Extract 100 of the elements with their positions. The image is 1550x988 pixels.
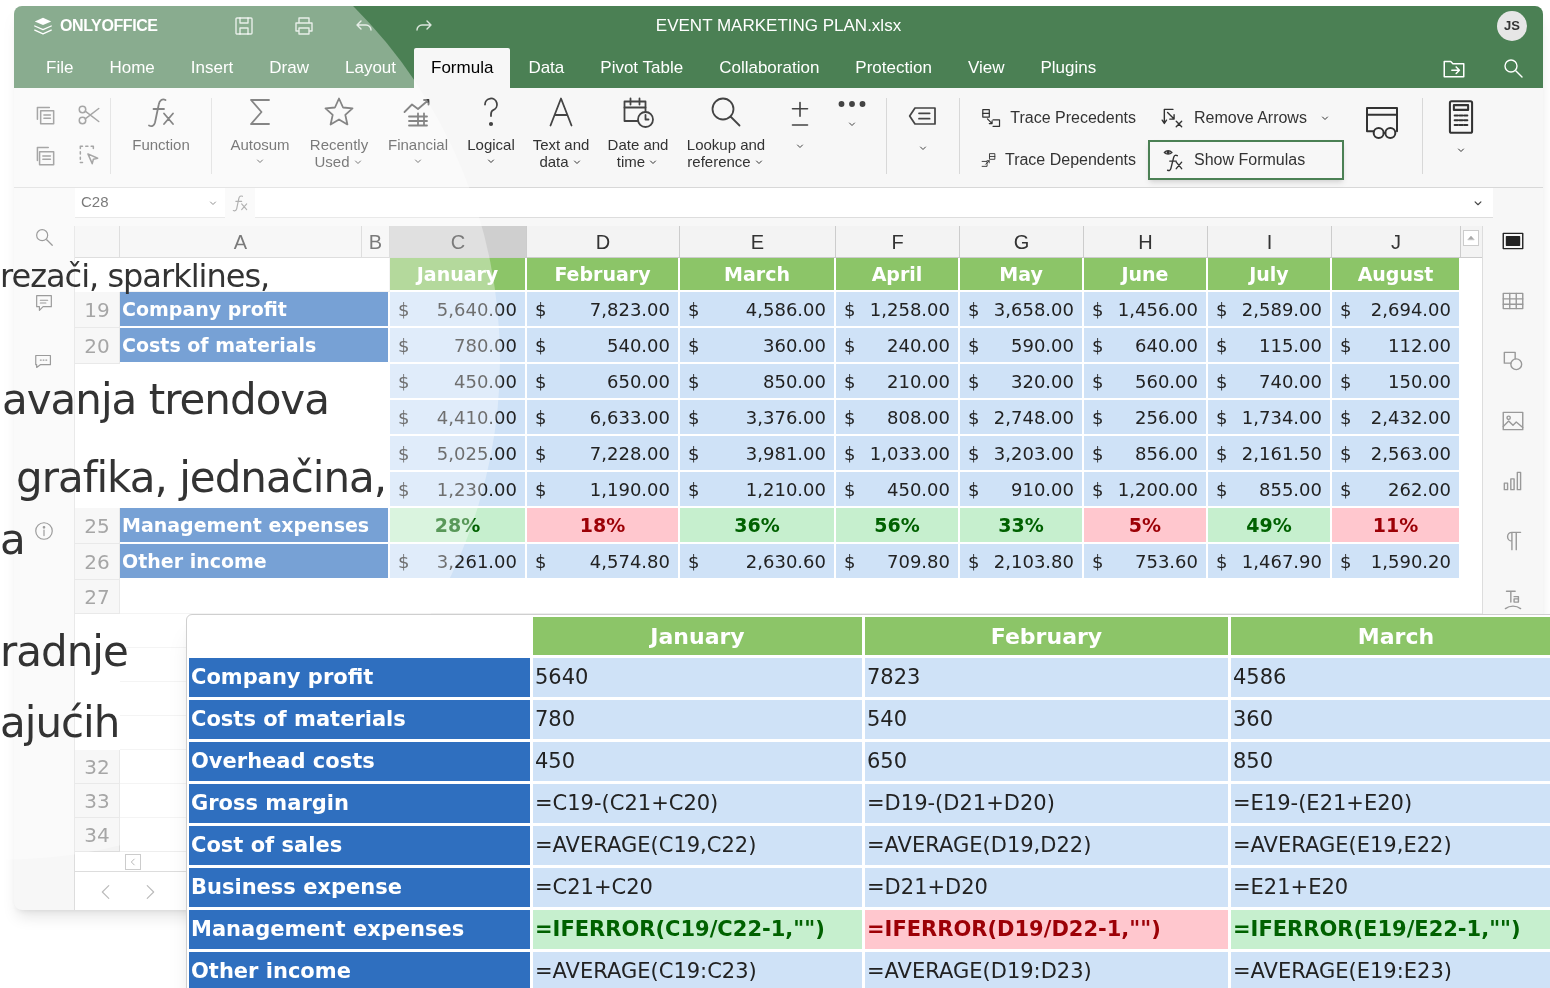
- menu-tab[interactable]: Insert: [172, 48, 252, 88]
- table-cell: 7823: [865, 658, 1228, 697]
- cell-value: 7,228.00: [589, 441, 670, 466]
- column-header[interactable]: F: [836, 226, 960, 257]
- column-header[interactable]: H: [1084, 226, 1208, 257]
- row-header: 20: [75, 328, 120, 364]
- row-label: Overhead costs: [189, 742, 530, 781]
- table-cell: 850: [1231, 742, 1550, 781]
- ribbon-button[interactable]: Text and data: [524, 94, 598, 184]
- column-header[interactable]: E: [680, 226, 836, 257]
- cell-value: 4,410.00: [436, 405, 517, 430]
- comment-icon: [33, 292, 55, 314]
- table-cell: 4586: [1231, 658, 1550, 697]
- currency-sign: $: [844, 405, 856, 430]
- currency-sign: $: [398, 297, 410, 322]
- currency-sign: $: [968, 549, 980, 574]
- cell-value: 753.60: [1135, 549, 1198, 574]
- currency-sign: $: [398, 405, 410, 430]
- currency-sign: $: [688, 405, 700, 430]
- column-header[interactable]: D: [527, 226, 680, 257]
- currency-sign: $: [1340, 369, 1352, 394]
- table-cell: =AVERAGE(D19,D22): [865, 826, 1228, 865]
- table-header-cell: January: [533, 617, 862, 655]
- currency-sign: $: [844, 441, 856, 466]
- cell-value: 2,630.60: [745, 549, 826, 574]
- row-header: 34: [75, 818, 120, 852]
- cell-value: 5,025.00: [436, 441, 517, 466]
- menu-tab[interactable]: Plugins: [1022, 48, 1115, 88]
- cell-value: 3,658.00: [993, 297, 1074, 322]
- audit-button[interactable]: Remove Arrows: [1148, 98, 1344, 138]
- cell-value: 1,033.00: [869, 441, 950, 466]
- currency-sign: $: [1216, 405, 1228, 430]
- scroll-left-button[interactable]: [125, 853, 141, 870]
- currency-sign: $: [1216, 333, 1228, 358]
- audit-button[interactable]: Trace Precedents: [968, 98, 1148, 138]
- currency-sign: $: [1340, 441, 1352, 466]
- currency-sign: $: [398, 369, 410, 394]
- menu-tab[interactable]: Collaboration: [701, 48, 838, 88]
- table-cell: 11%: [1332, 508, 1461, 544]
- table-cell: 36%: [680, 508, 836, 544]
- menu-tab[interactable]: Data: [510, 48, 583, 88]
- table-cell: =IFERROR(E19/E22-1,""): [1231, 910, 1550, 949]
- row-label: Other income: [189, 952, 530, 988]
- row-label: Company profit: [189, 658, 530, 697]
- user-avatar[interactable]: JS: [1497, 11, 1527, 41]
- cell-value: 1,590.20: [1370, 549, 1451, 574]
- cell-value: 2,161.50: [1241, 441, 1322, 466]
- logo-icon: [32, 15, 54, 37]
- column-header[interactable]: A: [120, 226, 362, 257]
- menu-tab[interactable]: Protection: [837, 48, 950, 88]
- cell-value: 1,200.00: [1117, 477, 1198, 502]
- ribbon-button[interactable]: Function: [119, 94, 203, 184]
- name-box[interactable]: C28: [75, 188, 225, 218]
- menu-tab[interactable]: Layout: [326, 48, 414, 88]
- menu-tab[interactable]: Formula: [414, 48, 511, 88]
- table-cell: =C19-(C21+C20): [533, 784, 862, 823]
- menu-tab[interactable]: Pivot Table: [582, 48, 702, 88]
- window-title: EVENT MARKETING PLAN.xlsx: [655, 15, 902, 38]
- row-header: 27: [75, 580, 120, 614]
- ribbon-button[interactable]: Autosum: [220, 94, 300, 184]
- column-header[interactable]: C: [390, 226, 527, 257]
- table-cell: 5640: [533, 658, 862, 697]
- cell-value: 590.00: [1011, 333, 1074, 358]
- ribbon-button[interactable]: Financial: [378, 94, 458, 184]
- column-header[interactable]: G: [960, 226, 1084, 257]
- currency-sign: $: [1340, 549, 1352, 574]
- table-cell: 450: [533, 742, 862, 781]
- ribbon-button[interactable]: Logical: [458, 94, 524, 184]
- quick-access-button[interactable]: [292, 14, 316, 38]
- table-header-cell: March: [1231, 617, 1550, 655]
- menu-tab[interactable]: View: [949, 48, 1023, 88]
- menu-tab[interactable]: Home: [91, 48, 173, 88]
- scroll-up-button[interactable]: [1463, 230, 1479, 246]
- info-icon: [33, 520, 55, 542]
- audit-button[interactable]: Show Formulas: [1148, 140, 1344, 180]
- currency-sign: $: [535, 405, 547, 430]
- cell-value: 262.00: [1388, 477, 1451, 502]
- heading-text: rezači, sparklines,: [0, 258, 270, 294]
- save-icon: [232, 14, 256, 38]
- menu-tab[interactable]: Draw: [251, 48, 327, 88]
- ribbon-button[interactable]: Lookup and reference: [678, 94, 774, 184]
- cell-value: 1,456.00: [1117, 297, 1198, 322]
- ribbon-button[interactable]: Date and time: [598, 94, 678, 184]
- quick-access-button[interactable]: [232, 14, 256, 38]
- cell-value: 650.00: [607, 369, 670, 394]
- audit-button[interactable]: Trace Dependents: [968, 140, 1148, 180]
- currency-sign: $: [968, 369, 980, 394]
- currency-sign: $: [688, 441, 700, 466]
- heading-text: avanja trendova: [2, 375, 329, 425]
- ribbon-button[interactable]: Recently Used: [300, 94, 378, 184]
- search-button[interactable]: [1501, 56, 1525, 80]
- formula-input[interactable]: [255, 188, 1493, 218]
- table-cell: =E19-(E21+E20): [1231, 784, 1550, 823]
- cell-value: 115.00: [1259, 333, 1322, 358]
- currency-sign: $: [1340, 297, 1352, 322]
- currency-sign: $: [535, 333, 547, 358]
- menu-tab[interactable]: File: [28, 48, 92, 88]
- column-header[interactable]: I: [1208, 226, 1332, 257]
- column-header[interactable]: J: [1332, 226, 1461, 257]
- cell-value: 1,258.00: [869, 297, 950, 322]
